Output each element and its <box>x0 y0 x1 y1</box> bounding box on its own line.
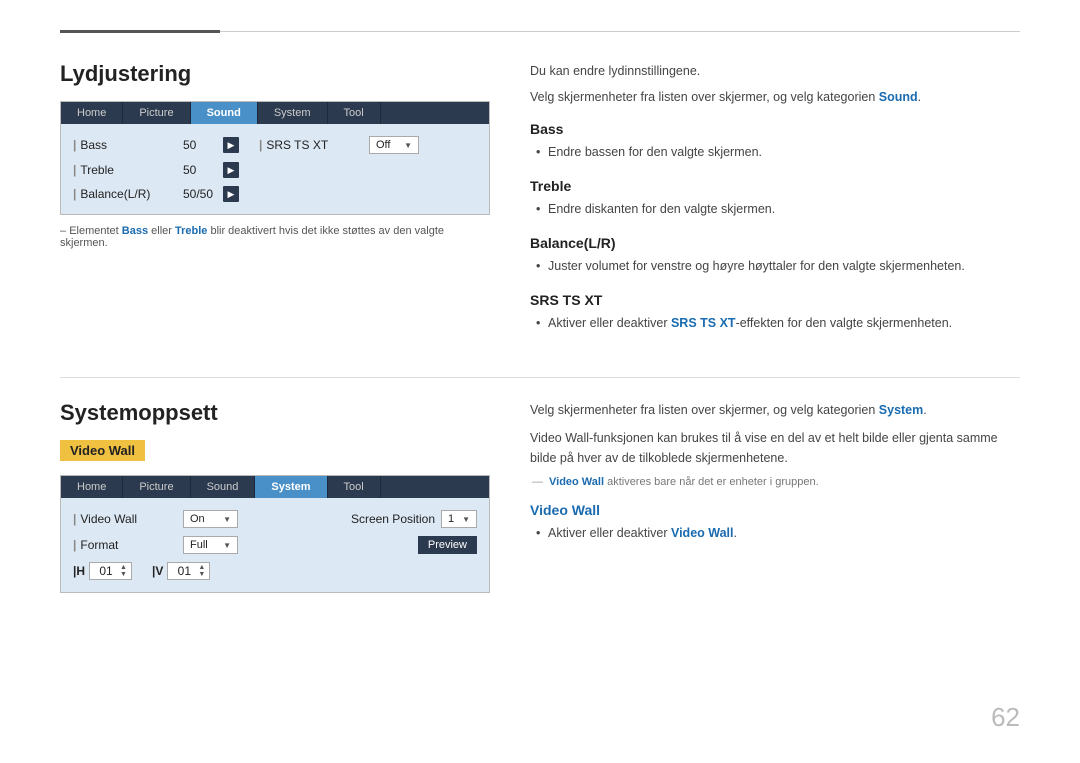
panel-row-hv: |H 01 ▲ ▼ |V 01 ▲ ▼ <box>73 558 477 584</box>
h-down-arrow[interactable]: ▼ <box>120 571 127 578</box>
screen-pos-label: Screen Position <box>351 512 435 526</box>
tab-home-sound[interactable]: Home <box>61 102 123 124</box>
v-spin-arrows: ▲ ▼ <box>198 564 205 578</box>
h-spin-arrows: ▲ ▼ <box>120 564 127 578</box>
tab-home-sys[interactable]: Home <box>61 476 123 498</box>
system-desc: Video Wall-funksjonen kan brukes til å v… <box>530 428 1020 468</box>
treble-heading: Treble <box>530 178 1020 194</box>
balance-bullet: Juster volumet for venstre og høyre høyt… <box>530 256 1020 276</box>
system-intro: Velg skjermenheter fra listen over skjer… <box>530 400 1020 420</box>
balance-value: 50/50 <box>183 187 223 201</box>
section-separator <box>60 377 1020 378</box>
sound-panel-body: Bass 50 ▶ SRS TS XT Off Treble 50 ▶ Bala… <box>61 124 489 214</box>
balance-heading: Balance(L/R) <box>530 235 1020 251</box>
srs-link: SRS TS XT <box>671 316 736 330</box>
sound-right-col: Du kan endre lydinnstillingene. Velg skj… <box>530 61 1020 349</box>
bass-bullet: Endre bassen for den valgte skjermen. <box>530 142 1020 162</box>
bass-heading: Bass <box>530 121 1020 137</box>
note-dash: — <box>532 476 543 488</box>
vw-dropdown[interactable]: On <box>183 510 238 528</box>
srs-section: SRS TS XT Aktiver eller deaktiver SRS TS… <box>530 292 1020 333</box>
panel-row-bass: Bass 50 ▶ SRS TS XT Off <box>73 132 477 158</box>
srs-bullet: Aktiver eller deaktiver SRS TS XT-effekt… <box>530 313 1020 333</box>
sys-desc-vw-link: Video Wall <box>530 431 589 445</box>
treble-label: Treble <box>73 163 183 177</box>
note-treble-link: Treble <box>175 225 207 237</box>
format-label: Format <box>73 538 183 552</box>
treble-section: Treble Endre diskanten for den valgte sk… <box>530 178 1020 219</box>
rule-thin <box>220 31 1020 32</box>
tab-tool-sys[interactable]: Tool <box>328 476 381 498</box>
preview-button[interactable]: Preview <box>418 536 477 554</box>
srs-dropdown[interactable]: Off <box>369 136 419 154</box>
vw-bullet-link: Video Wall <box>671 526 734 540</box>
format-dropdown[interactable]: Full <box>183 536 238 554</box>
srs-label: SRS TS XT <box>259 138 369 152</box>
sound-intro-link: Sound <box>879 90 918 104</box>
tab-picture-sys[interactable]: Picture <box>123 476 190 498</box>
tab-sound-sound[interactable]: Sound <box>191 102 258 124</box>
system-panel-tabs: Home Picture Sound System Tool <box>61 476 489 498</box>
h-val: 01 <box>94 564 118 578</box>
v-up-arrow[interactable]: ▲ <box>198 564 205 571</box>
sound-intro2: Velg skjermenheter fra listen over skjer… <box>530 87 1020 107</box>
v-val: 01 <box>172 564 196 578</box>
sound-note: Elementet Bass eller Treble blir deaktiv… <box>60 225 490 249</box>
system-intro-link: System <box>879 403 923 417</box>
top-rule <box>60 30 1020 33</box>
system-left-col: Systemoppsett Video Wall Home Picture So… <box>60 400 490 603</box>
system-right-col: Velg skjermenheter fra listen over skjer… <box>530 400 1020 603</box>
panel-row-balance: Balance(L/R) 50/50 ▶ <box>73 182 477 206</box>
tab-sound-sys[interactable]: Sound <box>191 476 256 498</box>
srs-heading: SRS TS XT <box>530 292 1020 308</box>
bass-section: Bass Endre bassen for den valgte skjerme… <box>530 121 1020 162</box>
system-note: — Video Wall aktiveres bare når det er e… <box>530 476 1020 488</box>
panel-row-format: Format Full Preview <box>73 532 477 558</box>
vw-row-label: Video Wall <box>73 512 183 526</box>
sound-section-layout: Lydjustering Home Picture Sound System T… <box>60 61 1020 349</box>
sound-title: Lydjustering <box>60 61 490 87</box>
page-number: 62 <box>991 702 1020 733</box>
tab-tool-sound[interactable]: Tool <box>328 102 381 124</box>
tab-system-sound[interactable]: System <box>258 102 328 124</box>
treble-bullet: Endre diskanten for den valgte skjermen. <box>530 199 1020 219</box>
h-spinner[interactable]: 01 ▲ ▼ <box>89 562 132 580</box>
treble-arrow[interactable]: ▶ <box>223 162 239 178</box>
sound-panel: Home Picture Sound System Tool Bass 50 ▶… <box>60 101 490 215</box>
h-up-arrow[interactable]: ▲ <box>120 564 127 571</box>
system-panel: Home Picture Sound System Tool Video Wal… <box>60 475 490 593</box>
bass-arrow[interactable]: ▶ <box>223 137 239 153</box>
system-panel-body: Video Wall On Screen Position 1 Format F… <box>61 498 489 592</box>
tab-system-sys[interactable]: System <box>255 476 327 498</box>
balance-arrow[interactable]: ▶ <box>223 186 239 202</box>
sound-panel-tabs: Home Picture Sound System Tool <box>61 102 489 124</box>
panel-row-videowall: Video Wall On Screen Position 1 <box>73 506 477 532</box>
bass-label: Bass <box>73 138 183 152</box>
v-label: |V <box>152 564 163 578</box>
balance-section: Balance(L/R) Juster volumet for venstre … <box>530 235 1020 276</box>
system-title: Systemoppsett <box>60 400 490 426</box>
sound-left-col: Lydjustering Home Picture Sound System T… <box>60 61 490 349</box>
note-bass-link: Bass <box>122 225 148 237</box>
vw-content-section: Video Wall Aktiver eller deaktiver Video… <box>530 502 1020 543</box>
screen-pos-dropdown[interactable]: 1 <box>441 510 477 528</box>
vw-content-heading: Video Wall <box>530 502 1020 518</box>
bass-value: 50 <box>183 138 223 152</box>
balance-label: Balance(L/R) <box>73 187 183 201</box>
video-wall-badge: Video Wall <box>60 440 145 461</box>
v-spinner[interactable]: 01 ▲ ▼ <box>167 562 210 580</box>
system-note-text: Video Wall aktiveres bare når det er enh… <box>549 476 819 488</box>
panel-row-treble: Treble 50 ▶ <box>73 158 477 182</box>
vw-bullet: Aktiver eller deaktiver Video Wall. <box>530 523 1020 543</box>
sound-intro1: Du kan endre lydinnstillingene. <box>530 61 1020 81</box>
tab-picture-sound[interactable]: Picture <box>123 102 190 124</box>
system-section-layout: Systemoppsett Video Wall Home Picture So… <box>60 400 1020 603</box>
sys-note-vw-link: Video Wall <box>549 476 604 488</box>
v-down-arrow[interactable]: ▼ <box>198 571 205 578</box>
treble-value: 50 <box>183 163 223 177</box>
rule-thick <box>60 30 220 33</box>
h-label: |H <box>73 564 85 578</box>
